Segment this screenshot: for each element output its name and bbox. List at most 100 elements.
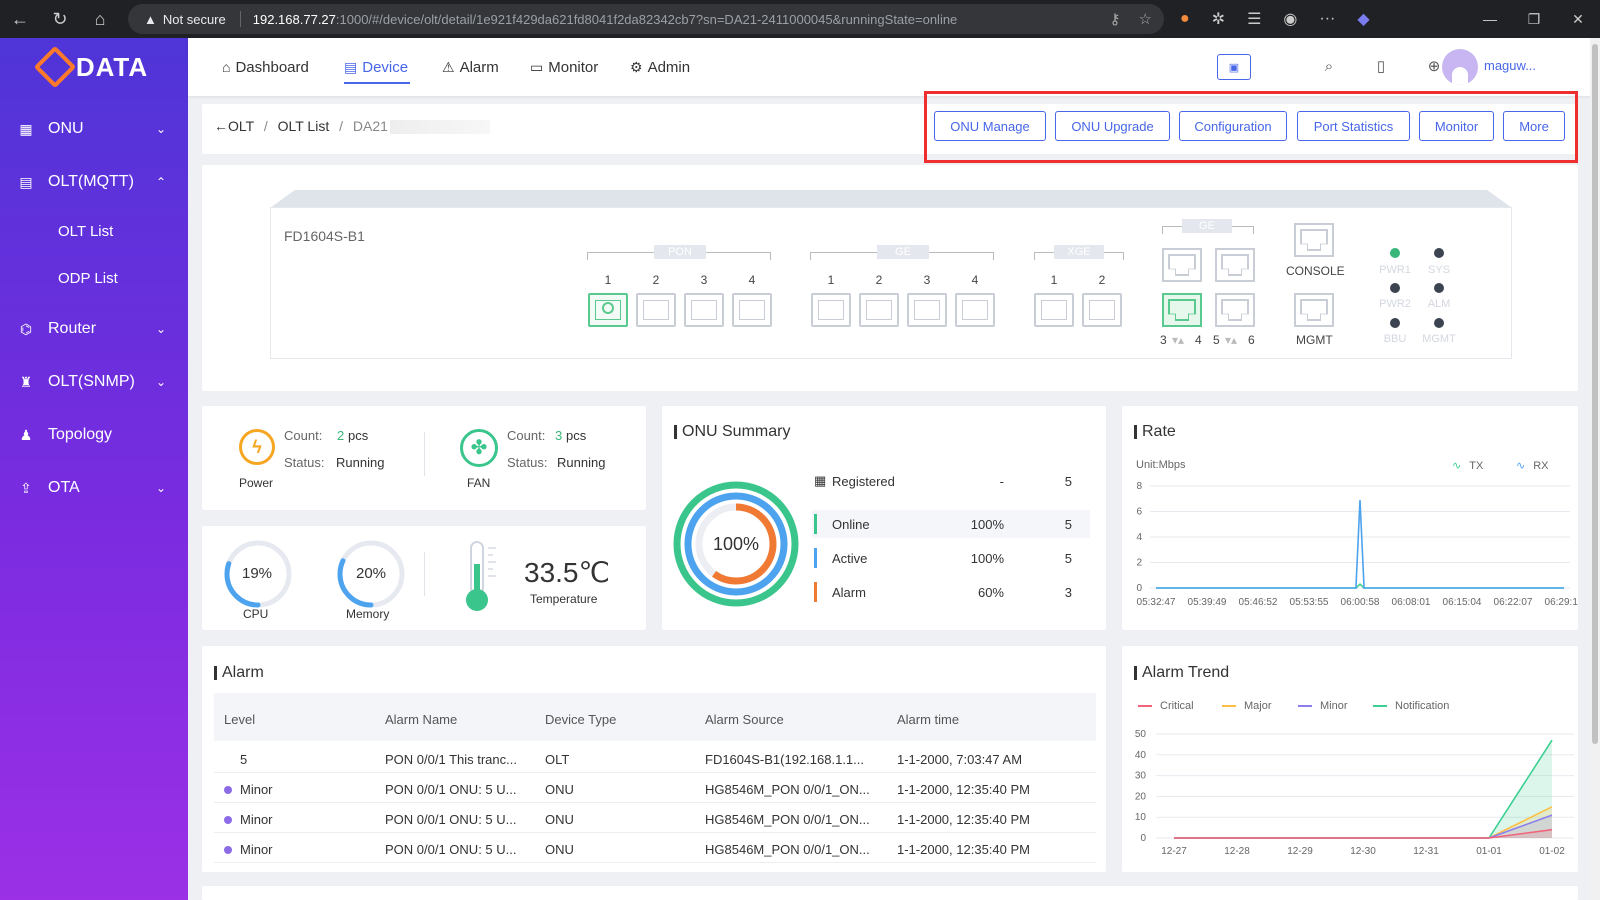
sidebar-item-router[interactable]: ⌬ Router ⌄: [0, 302, 188, 355]
profile-icon[interactable]: ◉: [1283, 9, 1297, 29]
led-mgmt-label: MGMT: [1422, 333, 1456, 345]
xge-port-2[interactable]: [1082, 293, 1122, 327]
nav-device[interactable]: ▤ Device: [344, 38, 408, 96]
restore-icon[interactable]: ❐: [1512, 0, 1556, 38]
rate-x-tick: 06:29:10: [1545, 597, 1578, 608]
temperature-label: Temperature: [530, 592, 598, 606]
pon-port-4[interactable]: [732, 293, 772, 327]
favorites-icon[interactable]: ☰: [1247, 9, 1261, 29]
logo-mark-icon: [33, 45, 77, 89]
rate-y-tick: 4: [1136, 532, 1142, 543]
ethernet-port-icon: [1221, 254, 1249, 276]
legend-notification[interactable]: Notification: [1373, 700, 1449, 712]
pon-port-1[interactable]: [588, 293, 628, 327]
legend-critical[interactable]: Critical: [1138, 700, 1194, 712]
mobile-icon[interactable]: ▯: [1364, 49, 1398, 83]
sidebar-sub-odp-list[interactable]: ODP List: [0, 255, 188, 302]
mgmt-port[interactable]: [1294, 293, 1334, 327]
combo-port-top-right[interactable]: [1215, 248, 1255, 282]
address-bar[interactable]: ▲ Not secure 192.168.77.27:1000/#/device…: [128, 4, 1164, 34]
sidebar-item-olt-mqtt[interactable]: ▤ OLT(MQTT) ⌃: [0, 155, 188, 208]
nav-admin[interactable]: ⚙ Admin: [630, 38, 690, 96]
save-icon[interactable]: ▣: [1217, 54, 1251, 80]
summary-row-label: Registered: [832, 474, 895, 489]
combo-port-5[interactable]: [1215, 293, 1255, 327]
home-icon: ⌂: [222, 59, 231, 75]
rate-x-tick: 06:22:07: [1494, 597, 1533, 608]
summary-row-color-bar: [814, 514, 817, 534]
ge-port-3[interactable]: [907, 293, 947, 327]
pon-port-3[interactable]: [684, 293, 724, 327]
cpu-label: CPU: [243, 607, 269, 621]
led-alm-label: ALM: [1427, 298, 1451, 310]
ge-port-4[interactable]: [955, 293, 995, 327]
minimize-icon[interactable]: —: [1468, 0, 1512, 38]
ge-port-1[interactable]: [811, 293, 851, 327]
cell-type: OLT: [545, 752, 570, 767]
close-icon[interactable]: ✕: [1556, 0, 1600, 38]
nav-monitor[interactable]: ▭ Monitor: [530, 38, 598, 96]
nav-alarm[interactable]: ⚠ Alarm: [442, 38, 499, 96]
summary-row-label: Active: [832, 551, 868, 566]
sidebar-item-onu[interactable]: ▦ ONU ⌄: [0, 102, 188, 155]
ge-port-2[interactable]: [859, 293, 899, 327]
fan-label: FAN: [467, 476, 491, 490]
legend-tx[interactable]: ∿ TX: [1452, 459, 1483, 473]
legend-swatch: [1298, 705, 1312, 707]
ethernet-port-icon: [1300, 229, 1328, 251]
cell-source: HG8546M_PON 0/0/1_ON...: [705, 782, 870, 797]
rate-y-tick: 2: [1136, 558, 1142, 569]
puzzle-icon[interactable]: ✲: [1212, 9, 1225, 29]
legend-label: Minor: [1320, 700, 1348, 712]
legend-label: Notification: [1395, 700, 1450, 712]
copilot-icon[interactable]: ◆: [1357, 9, 1369, 29]
extension-icon[interactable]: ●: [1180, 10, 1190, 28]
legend-major[interactable]: Major: [1222, 700, 1272, 712]
breadcrumb-back[interactable]: ←OLT: [214, 118, 254, 134]
key-icon[interactable]: ⚷: [1110, 10, 1121, 28]
combo-port-3[interactable]: [1162, 293, 1202, 327]
trend-x-tick: 01-02: [1539, 846, 1565, 857]
search-icon[interactable]: ⌕: [1312, 49, 1346, 83]
legend-rx[interactable]: ∿ RX: [1516, 459, 1549, 473]
summary-row-online: Online 100% 5: [812, 510, 1090, 538]
power-status-label: Status:: [284, 455, 325, 470]
legend-minor[interactable]: Minor: [1298, 700, 1348, 712]
ethernet-port-icon: [1221, 299, 1249, 321]
legend-label: RX: [1533, 459, 1549, 472]
favorite-star-icon[interactable]: ☆: [1139, 10, 1152, 28]
pon-port-2[interactable]: [636, 293, 676, 327]
fan-status: Running: [557, 455, 606, 470]
sidebar-item-ota[interactable]: ⇪ OTA ⌄: [0, 461, 188, 514]
console-port[interactable]: [1294, 223, 1334, 257]
trend-x-tick: 12-29: [1287, 846, 1313, 857]
cell-time: 1-1-2000, 7:03:47 AM: [897, 752, 1023, 767]
nav-label: Alarm: [459, 58, 499, 76]
cell-name: PON 0/0/1 ONU: 5 U...: [385, 782, 517, 797]
scrollbar-thumb[interactable]: [1592, 44, 1598, 744]
row-divider: [214, 862, 1096, 863]
legend-swatch: [1373, 705, 1387, 707]
page-scrollbar[interactable]: [1590, 38, 1600, 900]
sidebar-sub-olt-list[interactable]: OLT List: [0, 208, 188, 255]
fan-status-label: Status:: [507, 455, 548, 470]
fan-icon: ✤: [460, 429, 498, 467]
breadcrumb-olt-list[interactable]: OLT List: [278, 118, 330, 134]
sidebar-item-topology[interactable]: ♟ Topology: [0, 408, 188, 461]
xge-port-1[interactable]: [1034, 293, 1074, 327]
level-dot-icon: [224, 786, 232, 794]
nav-dashboard[interactable]: ⌂ Dashboard: [222, 38, 309, 96]
reload-icon[interactable]: ↻: [40, 0, 80, 38]
sidebar-item-label: Topology: [48, 425, 113, 443]
back-icon[interactable]: ←: [0, 0, 40, 38]
sidebar-item-olt-snmp[interactable]: ♜ OLT(SNMP) ⌄: [0, 355, 188, 408]
avatar[interactable]: [1442, 49, 1478, 85]
username[interactable]: maguw...: [1484, 58, 1536, 73]
power-status: Running: [336, 455, 385, 470]
sidebar-item-label: Router: [48, 319, 97, 337]
more-menu-icon[interactable]: ···: [1319, 10, 1335, 28]
home-icon[interactable]: ⌂: [80, 0, 120, 38]
combo-port-top-left[interactable]: [1162, 248, 1202, 282]
onu-summary-center: 100%: [712, 534, 760, 554]
logo-text: DATA: [75, 51, 149, 82]
